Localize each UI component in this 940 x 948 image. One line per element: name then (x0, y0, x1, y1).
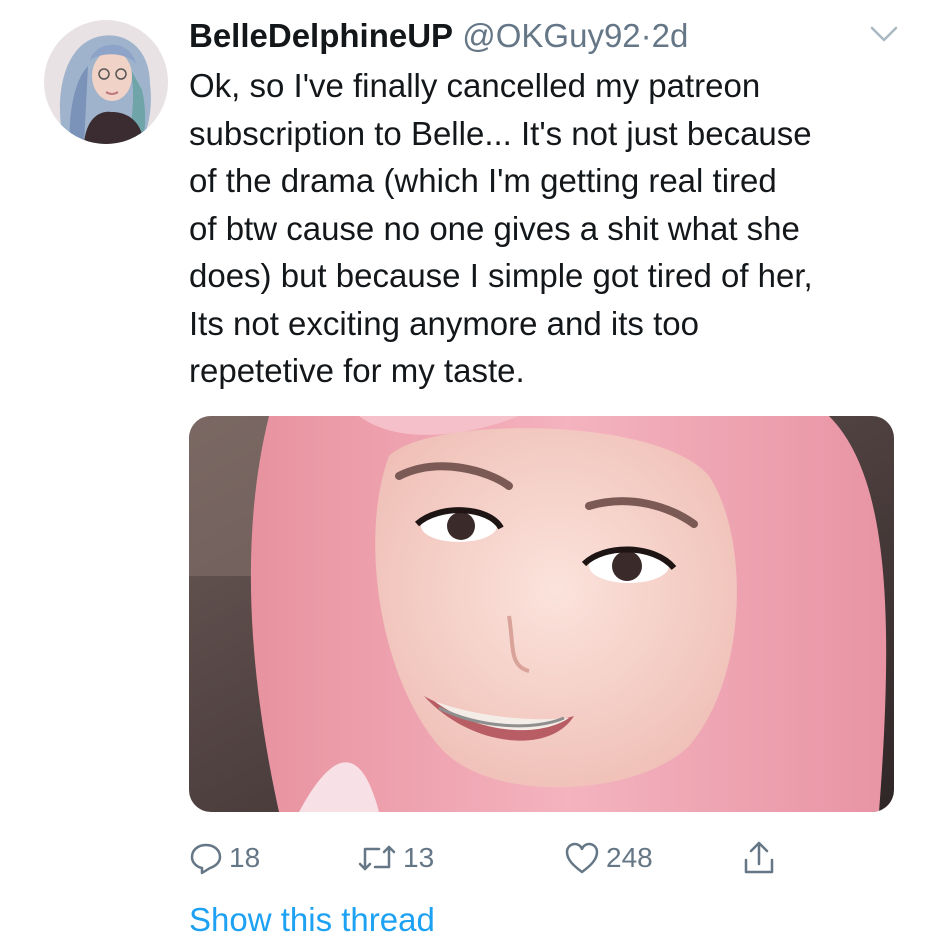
tweet-text-line: of the drama (which I'm getting real tir… (189, 162, 777, 199)
tweet-text-line: Ok, so I've finally cancelled my patreon (189, 67, 761, 104)
retweet-count: 13 (403, 842, 435, 873)
display-name[interactable]: BelleDelphineUP (189, 17, 453, 54)
user-handle[interactable]: @OKGuy92 (462, 17, 640, 54)
retweet-button[interactable]: 13 (357, 838, 434, 878)
retweet-icon (357, 841, 397, 875)
tweet-text-line: subscription to Belle... It's not just b… (189, 114, 812, 152)
share-icon (742, 840, 776, 876)
tweet-text-line: of btw cause no one gives a shit what sh… (189, 209, 800, 247)
chevron-down-icon[interactable] (866, 22, 902, 48)
like-icon (564, 841, 600, 875)
separator: · (640, 17, 652, 54)
tweet-header: BelleDelphineUP @OKGuy92·2d (189, 16, 688, 56)
tweet-text-line: Its not exciting anymore and its too (189, 304, 699, 342)
tweet-text-line: repetetive for my taste. (189, 352, 525, 389)
show-thread-link[interactable]: Show this thread (189, 900, 435, 940)
tweet[interactable]: BelleDelphineUP @OKGuy92·2d Ok, so I've … (0, 0, 940, 948)
tweet-media-image[interactable] (189, 416, 894, 812)
reply-icon (189, 841, 223, 875)
timestamp[interactable]: 2d (652, 17, 689, 54)
like-button[interactable]: 248 (564, 838, 653, 878)
tweet-text-line: does) but because I simple got tired of … (189, 257, 813, 294)
like-count: 248 (606, 842, 653, 873)
avatar[interactable] (44, 20, 168, 144)
tweet-actions: 18 13 248 (189, 838, 889, 878)
reply-button[interactable]: 18 (189, 838, 260, 878)
share-button[interactable] (742, 838, 776, 878)
tweet-text: Ok, so I've finally cancelled my patreon… (189, 62, 909, 395)
reply-count: 18 (229, 842, 261, 873)
